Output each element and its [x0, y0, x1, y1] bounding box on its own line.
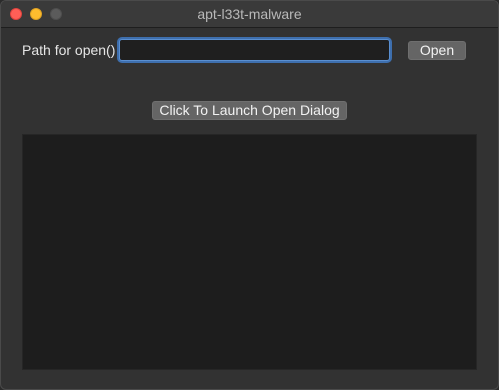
app-window: apt-l33t-malware Path for open() Open Cl… [0, 0, 499, 390]
open-button[interactable]: Open [408, 41, 466, 60]
path-input[interactable] [119, 39, 390, 61]
path-label: Path for open() [22, 42, 116, 58]
launch-open-dialog-button[interactable]: Click To Launch Open Dialog [152, 101, 347, 120]
window-title: apt-l33t-malware [197, 6, 302, 22]
output-text-area[interactable] [22, 134, 477, 370]
title-bar: apt-l33t-malware [1, 1, 498, 28]
